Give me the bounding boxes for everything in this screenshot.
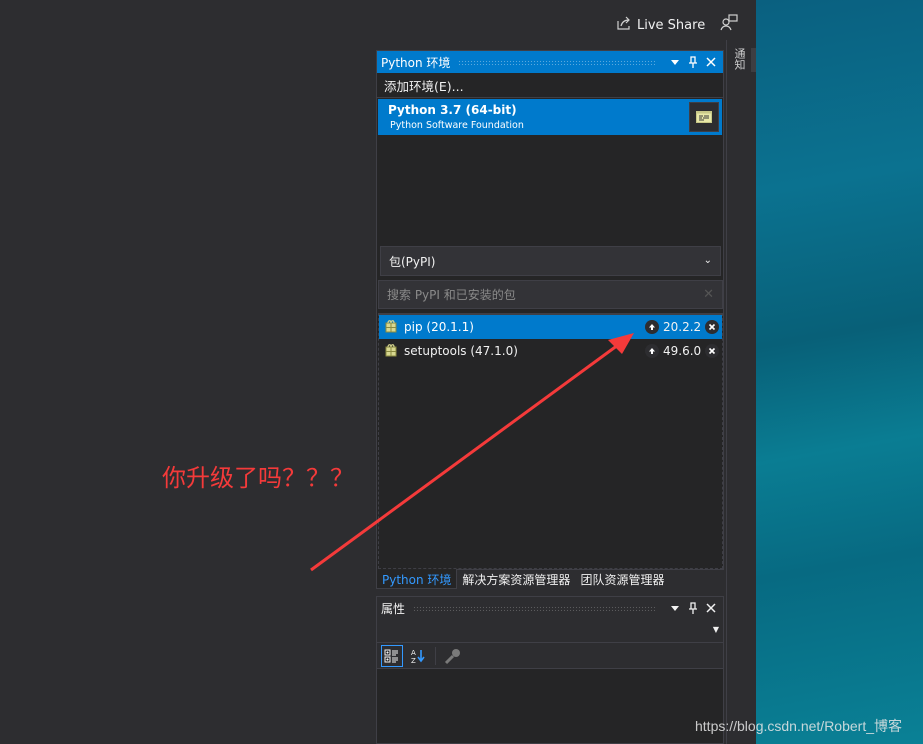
dropdown-triangle-icon: [671, 60, 679, 65]
svg-text:A: A: [411, 649, 416, 657]
open-interactive-window-button[interactable]: [689, 102, 719, 132]
pin-button[interactable]: [685, 54, 701, 70]
package-row[interactable]: setuptools (47.1.0) 49.6.0: [379, 339, 722, 363]
pin-icon: [689, 56, 697, 68]
close-icon: [708, 323, 716, 331]
console-icon: [696, 111, 712, 123]
wrench-icon: [444, 648, 460, 664]
properties-panel: 属性 ▼ AZ: [376, 596, 724, 744]
package-list: pip (20.1.1) 20.2.2 setuptools (47.1.0) …: [378, 313, 723, 569]
arrow-up-icon: [649, 348, 655, 354]
window-menu-button[interactable]: [667, 600, 683, 616]
feedback-button[interactable]: [720, 14, 738, 35]
panel-title: 属性: [381, 601, 406, 616]
close-button[interactable]: [703, 600, 719, 616]
uninstall-package-button[interactable]: [705, 344, 719, 358]
properties-toolbar: AZ: [377, 643, 723, 669]
sort-alphabetical-icon: AZ: [411, 649, 425, 664]
notifications-tab[interactable]: 通知: [733, 48, 747, 70]
right-dock-strip: 通知: [726, 40, 757, 744]
dropdown-triangle-icon: ▼: [712, 625, 719, 634]
close-icon: [706, 57, 716, 67]
tool-window-tabs: Python 环境 解决方案资源管理器 团队资源管理器: [376, 569, 724, 589]
categorized-button[interactable]: [381, 644, 403, 667]
tab-solution-explorer[interactable]: 解决方案资源管理器: [457, 569, 575, 589]
watermark: https://blog.csdn.net/Robert_博客: [695, 718, 902, 734]
tab-team-explorer[interactable]: 团队资源管理器: [575, 569, 669, 589]
clear-search-icon[interactable]: ✕: [703, 287, 714, 302]
tab-python-environments[interactable]: Python 环境: [376, 569, 458, 589]
arrow-up-icon: [649, 324, 655, 330]
categorized-icon: [384, 649, 398, 662]
package-row[interactable]: pip (20.1.1) 20.2.2: [379, 315, 722, 339]
toolbar-separator: [435, 646, 436, 665]
close-button[interactable]: [703, 54, 719, 70]
package-source-dropdown[interactable]: 包(PyPI) ⌄: [380, 246, 721, 276]
window-menu-button[interactable]: [667, 54, 683, 70]
close-icon: [706, 603, 716, 613]
upgrade-package-button[interactable]: [645, 344, 659, 358]
dropdown-triangle-icon: [671, 606, 679, 611]
package-search-box[interactable]: ✕: [378, 280, 723, 309]
object-selector-dropdown[interactable]: ▼: [377, 619, 723, 643]
pin-button[interactable]: [685, 600, 701, 616]
alphabetical-button[interactable]: AZ: [407, 645, 429, 667]
panel-title-bar[interactable]: Python 环境: [377, 51, 723, 73]
python-environments-panel: Python 环境 添加环境(E)... Python 3.7 (64-bit)…: [376, 50, 724, 570]
environment-vendor: Python Software Foundation: [390, 120, 524, 131]
pin-icon: [689, 602, 697, 614]
svg-text:Z: Z: [411, 657, 416, 664]
panel-title: Python 环境: [381, 55, 451, 70]
package-latest-version: 20.2.2: [663, 320, 702, 334]
environment-list: Python 3.7 (64-bit) Python Software Foun…: [377, 97, 723, 243]
package-latest-version: 49.6.0: [663, 344, 702, 358]
environment-name: Python 3.7 (64-bit): [388, 103, 517, 117]
desktop-wallpaper: [756, 0, 923, 744]
drag-grip[interactable]: [413, 605, 657, 611]
package-name: pip (20.1.1): [404, 320, 474, 334]
package-icon: [385, 319, 397, 336]
property-pages-button[interactable]: [442, 645, 464, 667]
uninstall-package-button[interactable]: [705, 320, 719, 334]
annotation-text: 你升级了吗？？？: [162, 464, 354, 492]
package-name: setuptools (47.1.0): [404, 344, 518, 358]
panel-title-bar[interactable]: 属性: [377, 597, 723, 619]
drag-grip[interactable]: [458, 59, 657, 65]
add-environment-link[interactable]: 添加环境(E)...: [377, 73, 723, 97]
package-source-value: 包(PyPI): [389, 254, 436, 269]
upgrade-package-button[interactable]: [645, 320, 659, 334]
live-share-label: Live Share: [637, 17, 706, 33]
feedback-person-icon: [720, 14, 738, 35]
close-icon: [708, 347, 716, 355]
package-search-input[interactable]: [387, 287, 687, 302]
live-share-button[interactable]: Live Share: [616, 15, 705, 35]
package-icon: [385, 343, 397, 360]
environment-item[interactable]: Python 3.7 (64-bit) Python Software Foun…: [378, 99, 722, 135]
chevron-down-icon: ⌄: [703, 255, 712, 266]
share-icon: [616, 15, 632, 35]
